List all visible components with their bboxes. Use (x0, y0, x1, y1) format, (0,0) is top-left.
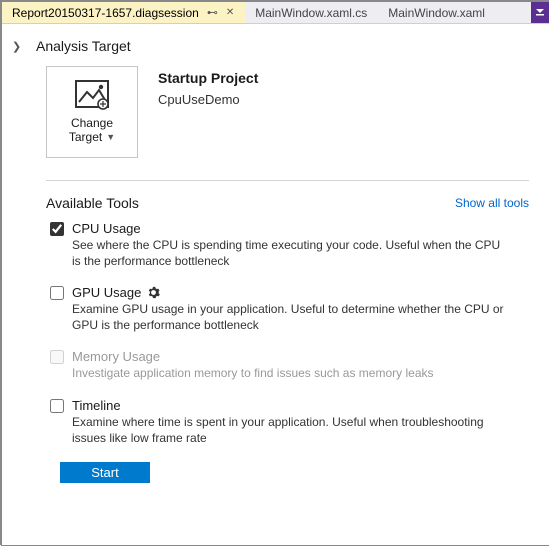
gpu-usage-checkbox[interactable] (50, 286, 64, 300)
tool-gpu-usage: GPU Usage Examine GPU usage in your appl… (46, 285, 529, 333)
tool-cpu-usage: CPU Usage See where the CPU is spending … (46, 221, 529, 269)
chevron-right-icon[interactable]: ❯ (12, 40, 26, 53)
available-tools-title: Available Tools (46, 195, 139, 211)
tab-label: MainWindow.xaml.cs (255, 6, 367, 20)
timeline-label: Timeline (72, 398, 529, 413)
close-icon[interactable] (226, 7, 234, 18)
memory-usage-label: Memory Usage (72, 349, 529, 364)
cpu-usage-desc: See where the CPU is spending time execu… (72, 238, 512, 269)
start-button[interactable]: Start (60, 462, 150, 483)
tab-label: MainWindow.xaml (388, 6, 485, 20)
show-all-tools-link[interactable]: Show all tools (455, 196, 529, 210)
tool-memory-usage: Memory Usage Investigate application mem… (46, 349, 529, 382)
startup-project-name: CpuUseDemo (158, 92, 258, 107)
cpu-usage-label: CPU Usage (72, 221, 529, 236)
gpu-usage-desc: Examine GPU usage in your application. U… (72, 302, 512, 333)
tab-diagsession[interactable]: Report20150317-1657.diagsession (2, 2, 245, 23)
timeline-desc: Examine where time is spent in your appl… (72, 415, 512, 446)
cpu-usage-checkbox[interactable] (50, 222, 64, 236)
memory-usage-desc: Investigate application memory to find i… (72, 366, 512, 382)
tab-overflow-dropdown[interactable] (531, 2, 549, 23)
change-target-label: Change Target ▼ (69, 116, 115, 145)
separator (46, 180, 529, 181)
pin-icon[interactable] (207, 6, 218, 19)
tab-label: Report20150317-1657.diagsession (12, 6, 199, 20)
tool-timeline: Timeline Examine where time is spent in … (46, 398, 529, 446)
tab-mainwindow-cs[interactable]: MainWindow.xaml.cs (245, 2, 378, 23)
change-target-tile[interactable]: Change Target ▼ (46, 66, 138, 158)
analysis-target-title: Analysis Target (36, 38, 131, 54)
timeline-checkbox[interactable] (50, 399, 64, 413)
gear-icon[interactable] (147, 286, 160, 299)
memory-usage-checkbox (50, 350, 64, 364)
chevron-down-icon: ▼ (106, 132, 115, 143)
startup-project-title: Startup Project (158, 70, 258, 86)
tab-mainwindow-xaml[interactable]: MainWindow.xaml (378, 2, 496, 23)
gpu-usage-label: GPU Usage (72, 285, 529, 300)
document-tab-strip: Report20150317-1657.diagsession MainWind… (2, 2, 549, 24)
target-picture-icon (75, 80, 109, 110)
